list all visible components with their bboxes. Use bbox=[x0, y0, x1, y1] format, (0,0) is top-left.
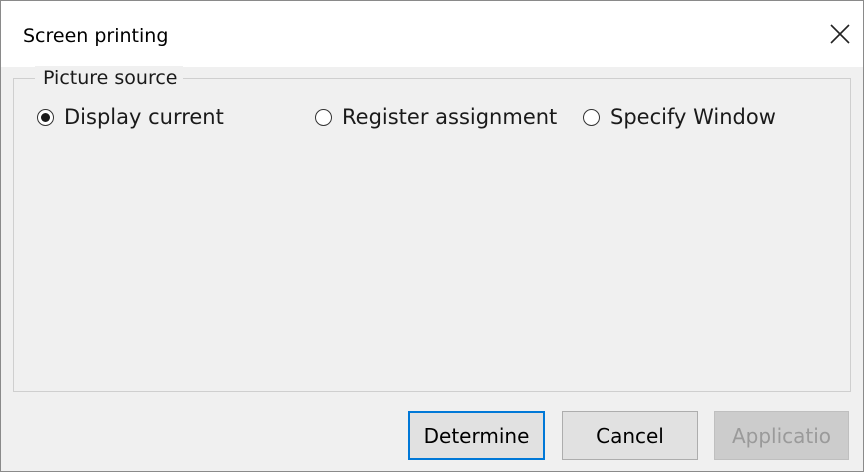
close-button[interactable] bbox=[821, 15, 861, 55]
close-icon bbox=[830, 24, 850, 44]
window-title: Screen printing bbox=[23, 25, 169, 47]
determine-button[interactable]: Determine bbox=[408, 411, 545, 460]
radio-unchecked-icon[interactable] bbox=[583, 108, 600, 126]
radio-checked-icon[interactable] bbox=[37, 108, 54, 126]
application-button: Applicatio bbox=[714, 411, 849, 460]
radio-specify-window[interactable]: Specify Window bbox=[583, 103, 776, 131]
screen-printing-dialog: Screen printing Picture source Display c… bbox=[0, 0, 864, 472]
radio-unchecked-icon[interactable] bbox=[315, 108, 332, 126]
radio-display-current[interactable]: Display current bbox=[37, 103, 224, 131]
radio-display-current-label: Display current bbox=[64, 105, 224, 129]
picture-source-legend: Picture source bbox=[35, 66, 184, 90]
radio-register-assignment-label: Register assignment bbox=[342, 105, 558, 129]
title-bar[interactable]: Screen printing bbox=[1, 1, 863, 67]
radio-register-assignment[interactable]: Register assignment bbox=[315, 103, 557, 131]
radio-specify-window-label: Specify Window bbox=[610, 105, 776, 129]
cancel-button[interactable]: Cancel bbox=[562, 411, 698, 460]
